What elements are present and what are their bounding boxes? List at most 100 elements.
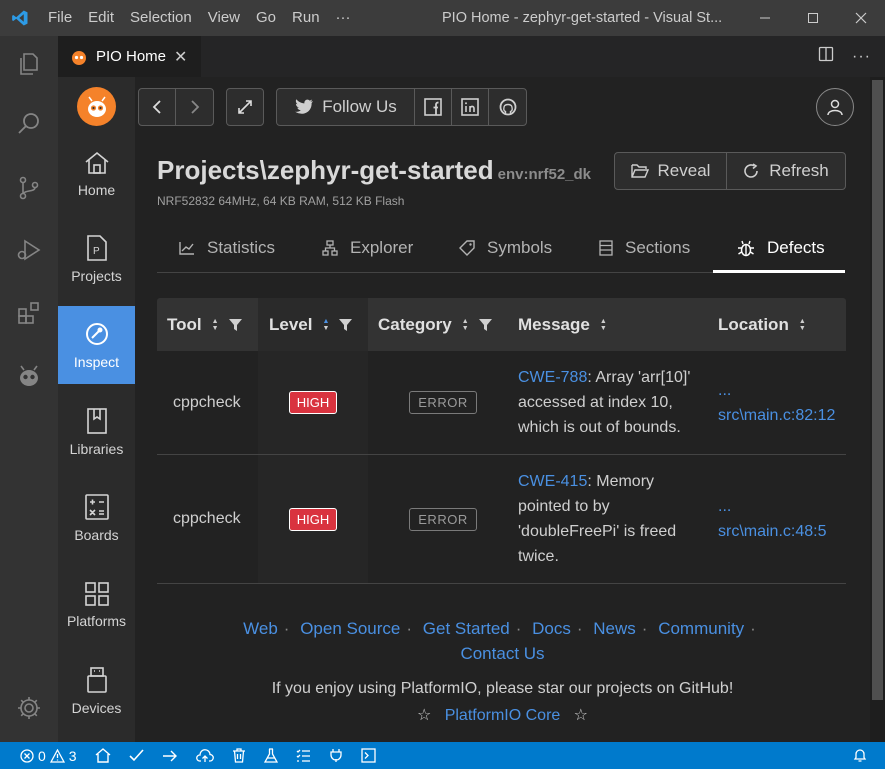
github-button[interactable] — [489, 89, 526, 125]
menu-selection[interactable]: Selection — [122, 0, 200, 36]
sort-asc-icon[interactable]: ▲ ▼ — [322, 318, 329, 332]
pio-terminal-icon[interactable] — [352, 742, 385, 769]
cwe-link[interactable]: CWE-415 — [518, 473, 587, 490]
more-actions-icon[interactable]: ··· — [852, 48, 871, 66]
notifications-bell-icon[interactable] — [844, 742, 885, 769]
footer-link-news[interactable]: News — [593, 619, 636, 638]
tab-statistics[interactable]: Statistics — [179, 223, 275, 273]
window-title: PIO Home - zephyr-get-started - Visual S… — [442, 10, 723, 26]
extensions-icon[interactable] — [0, 289, 58, 337]
account-button[interactable] — [816, 88, 854, 126]
col-category[interactable]: Category ▲ ▼ — [368, 298, 508, 351]
col-level[interactable]: Level ▲ ▼ — [258, 298, 368, 351]
explorer-icon[interactable] — [0, 40, 58, 88]
footer-note: If you enjoy using PlatformIO, please st… — [271, 680, 734, 697]
pio-home-icon[interactable] — [86, 742, 120, 769]
menu-file[interactable]: File — [40, 0, 80, 36]
project-name: Projects\zephyr-get-started — [157, 155, 494, 185]
menu-edit[interactable]: Edit — [80, 0, 122, 36]
location-link[interactable]: ... src\main.c:48:5 — [718, 494, 826, 544]
nav-platforms[interactable]: Platforms — [58, 566, 135, 644]
table-row[interactable]: cppcheck HIGH ERROR CWE-415: Memory poin… — [157, 455, 846, 584]
split-editor-icon[interactable] — [818, 46, 834, 67]
search-icon[interactable] — [0, 100, 58, 148]
platformio-core-link[interactable]: PlatformIO Core — [445, 707, 561, 724]
footer-link-open-source[interactable]: Open Source — [300, 619, 400, 638]
tab-defects[interactable]: Defects — [737, 223, 825, 273]
pio-clean-trash-icon[interactable] — [223, 742, 255, 769]
minimize-icon[interactable] — [741, 0, 789, 36]
linkedin-button[interactable] — [452, 89, 489, 125]
follow-us-button[interactable]: Follow Us — [277, 89, 415, 125]
footer-link-get-started[interactable]: Get Started — [423, 619, 510, 638]
location-link[interactable]: ... src\main.c:82:12 — [718, 378, 835, 428]
pio-upload-icon[interactable] — [153, 742, 187, 769]
vscode-logo-icon[interactable] — [0, 0, 40, 36]
separator: · — [641, 619, 648, 638]
menu-more[interactable]: ··· — [328, 0, 359, 36]
maximize-icon[interactable] — [789, 0, 837, 36]
table-row[interactable]: cppcheck HIGH ERROR CWE-788: Array 'arr[… — [157, 351, 846, 455]
menu-go[interactable]: Go — [248, 0, 284, 36]
editor-tab-bar: PIO Home ✕ ··· — [58, 36, 885, 77]
close-tab-icon[interactable]: ✕ — [174, 47, 187, 67]
nav-projects[interactable]: P Projects — [58, 220, 135, 298]
message-text: which is out of bounds. — [518, 419, 681, 436]
nav-home[interactable]: Home — [58, 135, 135, 213]
nav-libraries[interactable]: Libraries — [58, 393, 135, 471]
pio-tasks-list-icon[interactable] — [287, 742, 320, 769]
platformio-tab-icon — [72, 50, 86, 65]
tab-symbols[interactable]: Symbols — [459, 223, 552, 273]
platformio-logo-icon[interactable] — [77, 87, 116, 126]
filter-icon[interactable] — [339, 318, 353, 331]
footer-core: ☆ PlatformIO Core ☆ — [135, 705, 870, 725]
sort-icon[interactable]: ▲ ▼ — [799, 318, 806, 332]
filter-icon[interactable] — [478, 318, 492, 331]
back-button[interactable] — [139, 89, 176, 125]
pio-build-icon[interactable] — [120, 742, 153, 769]
col-message-label: Message — [518, 314, 590, 334]
tab-pio-home[interactable]: PIO Home ✕ — [58, 36, 201, 77]
problems-indicator[interactable]: 0 3 — [0, 742, 86, 769]
facebook-button[interactable] — [415, 89, 452, 125]
filter-icon[interactable] — [228, 318, 242, 331]
cell-tool: cppcheck — [173, 393, 241, 411]
sort-icon[interactable]: ▲ ▼ — [212, 318, 219, 332]
col-tool[interactable]: Tool ▲ ▼ — [157, 298, 258, 351]
nav-devices[interactable]: Devices — [58, 652, 135, 730]
footer-link-community[interactable]: Community — [658, 619, 744, 638]
sort-icon[interactable]: ▲ ▼ — [462, 318, 469, 332]
vertical-scrollbar[interactable] — [870, 77, 885, 742]
menu-view[interactable]: View — [200, 0, 248, 36]
col-location[interactable]: Location ▲ ▼ — [718, 298, 846, 351]
footer-link-docs[interactable]: Docs — [532, 619, 571, 638]
refresh-button[interactable]: Refresh — [727, 153, 845, 189]
forward-button[interactable] — [176, 89, 213, 125]
footer-link-web[interactable]: Web — [243, 619, 278, 638]
menu-run[interactable]: Run — [284, 0, 328, 36]
nav-inspect[interactable]: Inspect — [58, 306, 135, 384]
run-debug-icon[interactable] — [0, 226, 58, 274]
warning-icon — [49, 748, 65, 763]
settings-gear-icon[interactable] — [0, 684, 58, 732]
tab-sections[interactable]: Sections — [599, 223, 690, 273]
expand-button[interactable] — [226, 88, 264, 126]
col-message[interactable]: Message ▲ ▼ — [518, 298, 708, 351]
nav-boards[interactable]: Boards — [58, 479, 135, 557]
source-control-icon[interactable] — [0, 164, 58, 212]
pio-test-flask-icon[interactable] — [255, 742, 287, 769]
cwe-link[interactable]: CWE-788 — [518, 369, 587, 386]
close-window-icon[interactable] — [837, 0, 885, 36]
pio-remote-upload-icon[interactable] — [187, 742, 223, 769]
platformio-alien-icon[interactable] — [0, 352, 58, 400]
pio-serial-monitor-plug-icon[interactable] — [320, 742, 352, 769]
sort-icon[interactable]: ▲ ▼ — [600, 318, 607, 332]
history-nav — [138, 88, 214, 126]
tab-explorer[interactable]: Explorer — [322, 223, 413, 273]
reveal-button[interactable]: Reveal — [615, 153, 727, 189]
footer-link-contact-us[interactable]: Contact Us — [460, 644, 544, 663]
bug-icon — [738, 240, 754, 257]
scrollbar-thumb[interactable] — [872, 80, 883, 700]
tag-icon — [459, 240, 475, 256]
user-icon — [827, 99, 843, 116]
